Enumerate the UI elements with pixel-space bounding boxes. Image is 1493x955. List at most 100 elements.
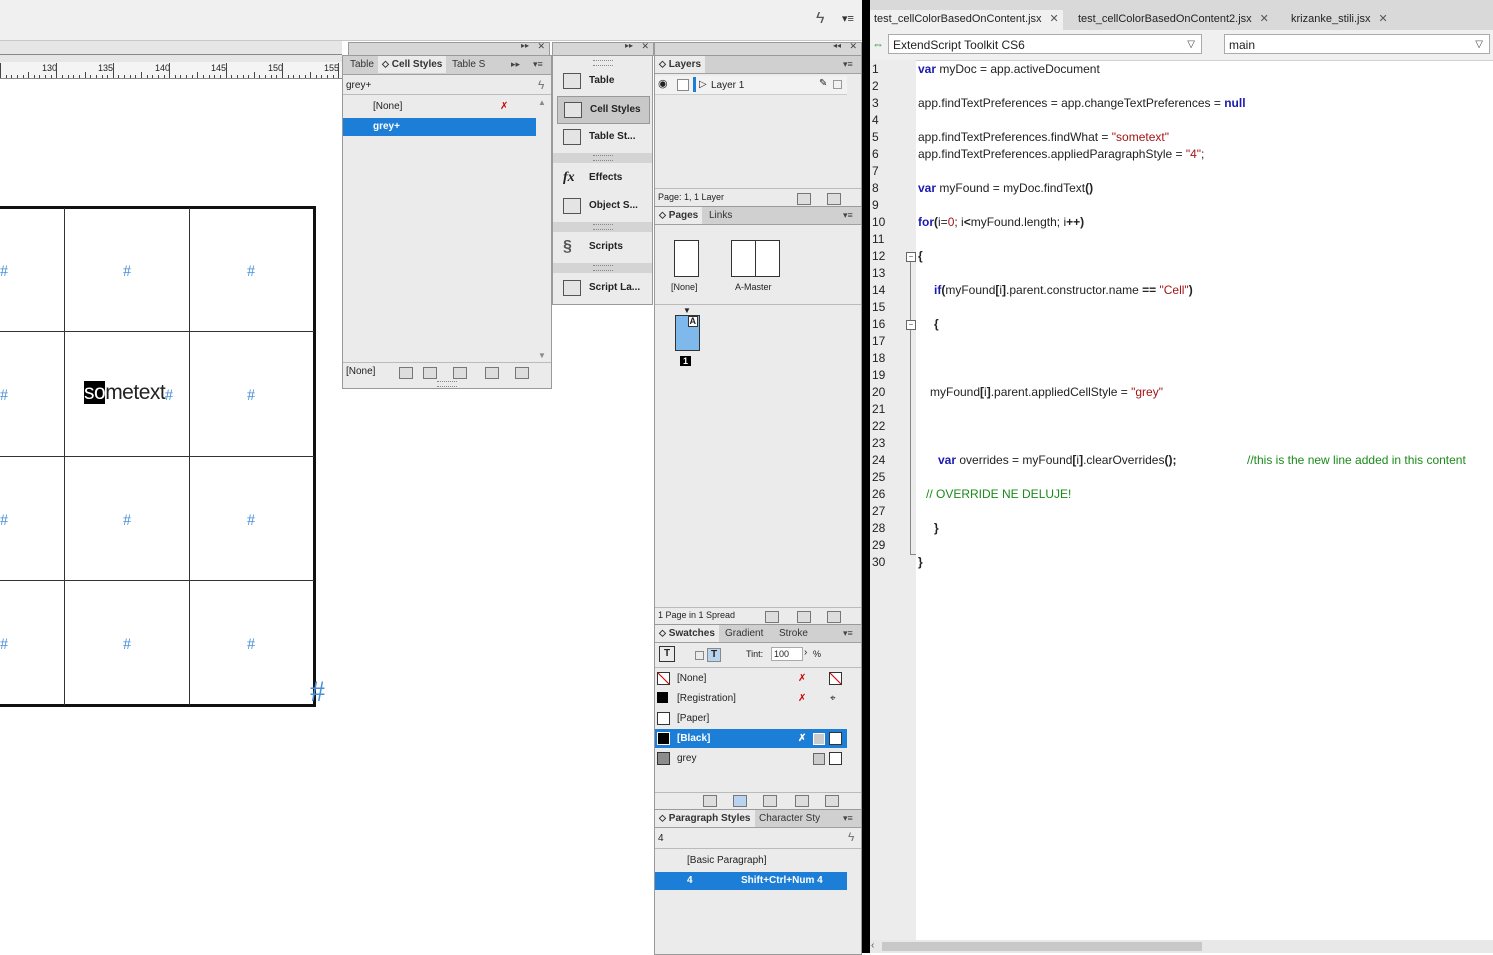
close-icon[interactable]: ✕ (537, 41, 545, 52)
code-line-12[interactable]: { (918, 249, 923, 263)
selected-cell-text[interactable]: sometext (84, 381, 166, 405)
close-icon[interactable]: ✕ (1378, 13, 1387, 25)
tab-swatches[interactable]: ⬦ Swatches (655, 625, 719, 642)
lightning-icon[interactable]: ϟ (538, 78, 544, 92)
new-swatch-icon[interactable] (795, 795, 809, 807)
swatch-row-black[interactable]: [Black] ✗ (655, 729, 847, 748)
dock-header[interactable]: ◂◂ ✕ (654, 41, 862, 56)
close-icon[interactable]: ✕ (641, 41, 649, 52)
tool-effects[interactable]: fx Effects (553, 165, 652, 191)
code-line-3[interactable]: app.findTextPreferences = app.changeText… (918, 96, 1246, 110)
selection-square[interactable] (833, 80, 842, 89)
cell-styles-panel-header[interactable]: ▸▸ ✕ (348, 41, 550, 56)
code-line-1[interactable]: var myDoc = app.activeDocument (918, 62, 1100, 76)
swatch-row-paper[interactable]: [Paper] (655, 709, 847, 728)
tab-gradient[interactable]: Gradient (721, 625, 767, 642)
table-cell-hash[interactable]: # (247, 512, 255, 530)
tab-cell-styles[interactable]: ⬦ Cell Styles (378, 56, 447, 73)
code-line-14[interactable]: if(myFound[i].parent.constructor.name ==… (934, 283, 1193, 297)
trash-icon[interactable] (827, 611, 841, 623)
eye-icon[interactable]: ◉ (658, 77, 668, 90)
tint-arrow-icon[interactable]: › (804, 647, 807, 658)
cell-styles-scrollbar[interactable]: ▲ ▼ (538, 98, 548, 360)
code-line-16[interactable]: { (934, 317, 939, 331)
tab-paragraph-styles[interactable]: ⬦ Paragraph Styles (655, 810, 755, 827)
scroll-left-icon[interactable]: ‹ (871, 940, 874, 951)
layer-row[interactable]: ◉ ▷ Layer 1 ✎ (655, 76, 847, 95)
table-cell-hash[interactable]: # (0, 263, 8, 281)
tab-layers[interactable]: ⬦ Layers (655, 56, 706, 73)
table-cell-hash[interactable]: # (123, 636, 131, 654)
resize-grip[interactable] (437, 381, 457, 387)
page-thumb-1[interactable]: A (675, 315, 700, 351)
table-cell-hash[interactable]: # (0, 636, 8, 654)
tool-object-styles[interactable]: Object S... (553, 193, 652, 219)
expand-icon[interactable]: ▸▸ (625, 41, 633, 50)
text-toggle[interactable]: T (707, 648, 721, 662)
tab-character-styles[interactable]: Character Sty (755, 810, 824, 827)
code-line-28[interactable]: } (934, 521, 939, 535)
folder-icon[interactable] (399, 367, 413, 379)
show-all-swatches-icon[interactable] (703, 795, 717, 807)
panel-menu-icon[interactable]: ▾≡ (843, 59, 853, 70)
swatch-row-none[interactable]: [None] ✗ (655, 669, 847, 688)
horizontal-ruler[interactable]: 130 135 140 145 150 155 (0, 62, 342, 79)
scrollbar-thumb[interactable] (882, 942, 1202, 951)
new-layer-icon[interactable] (797, 193, 811, 205)
paragraph-style-basic[interactable]: [Basic Paragraph] (655, 852, 847, 870)
close-icon[interactable]: ✕ (1260, 13, 1269, 25)
tab-links[interactable]: Links (705, 207, 736, 224)
lightning-icon[interactable]: ϟ (848, 830, 854, 844)
code-line-24[interactable]: var overrides = myFound[i].clearOverride… (938, 453, 1176, 467)
fill-stroke-icon[interactable]: T (659, 646, 675, 662)
master-thumb-a-right[interactable] (755, 240, 780, 277)
panel-menu-icon[interactable]: ▾≡ (843, 628, 853, 639)
tools-panel-header[interactable]: ▸▸ ✕ (552, 41, 654, 56)
collapse-icon[interactable]: ▸▸ (521, 41, 529, 50)
cell-style-item-grey-plus[interactable]: grey+ (343, 118, 536, 136)
trash-icon[interactable] (515, 367, 529, 379)
trash-icon[interactable] (827, 193, 841, 205)
new-page-icon[interactable] (797, 611, 811, 623)
close-icon[interactable]: ✕ (1050, 13, 1059, 25)
table-cell-hash[interactable]: # (0, 387, 8, 405)
paragraph-style-4[interactable]: 4 Shift+Ctrl+Num 4 (655, 872, 847, 890)
close-icon[interactable]: ✕ (849, 41, 857, 52)
tool-cell-styles[interactable]: Cell Styles (557, 96, 650, 124)
table-cell-hash[interactable]: # (0, 512, 8, 530)
tab-test-cellcolor2[interactable]: test_cellColorBasedOnContent2.jsx ✕ (1074, 10, 1273, 30)
code-line-6[interactable]: app.findTextPreferences.appliedParagraph… (918, 147, 1204, 161)
disclosure-triangle-icon[interactable]: ▷ (699, 79, 707, 90)
tab-table-styles[interactable]: Table S (448, 56, 489, 73)
tool-table[interactable]: Table (553, 68, 652, 94)
code-line-10[interactable]: for(i=0; i<myFound.length; i++) (918, 215, 1084, 229)
table-cell-hash[interactable]: # (123, 263, 131, 281)
clear-overrides-icon[interactable] (423, 367, 437, 379)
document-canvas-lower[interactable] (342, 388, 653, 953)
panel-menu-icon[interactable]: ▾≡ (843, 210, 853, 221)
fold-toggle[interactable]: − (906, 320, 916, 330)
show-gradient-swatches-icon[interactable] (763, 795, 777, 807)
tab-stroke[interactable]: Stroke (775, 625, 812, 642)
engine-select[interactable]: main ▽ (1224, 34, 1490, 54)
table-icon[interactable] (453, 367, 467, 379)
table-cell-hash[interactable]: # (247, 636, 255, 654)
swatch-row-registration[interactable]: [Registration] ✗ ⌖ (655, 689, 847, 708)
tab-pages[interactable]: ⬦ Pages (655, 207, 703, 224)
collapse-icon[interactable]: ◂◂ (833, 41, 841, 50)
master-thumb-none[interactable] (674, 240, 699, 277)
swatch-row-grey[interactable]: grey (655, 749, 847, 768)
target-app-select[interactable]: ExtendScript Toolkit CS6 ▽ (888, 34, 1202, 54)
tool-script-label[interactable]: Script La... (553, 275, 652, 301)
master-thumb-a-left[interactable] (731, 240, 756, 277)
panel-menu-icon[interactable]: ▾≡ (842, 12, 854, 25)
fold-toggle[interactable]: − (906, 252, 916, 262)
expand-icon[interactable]: ▸▸ (511, 59, 520, 70)
edit-page-size-icon[interactable] (765, 611, 779, 623)
lightning-icon[interactable]: ϟ (816, 10, 824, 28)
table-cell-hash[interactable]: # (247, 263, 255, 281)
panel-menu-icon[interactable]: ▾≡ (843, 813, 853, 824)
tab-table[interactable]: Table (346, 56, 378, 73)
code-line-5[interactable]: app.findTextPreferences.findWhat = "some… (918, 130, 1169, 144)
show-color-swatches-icon[interactable] (733, 795, 747, 807)
